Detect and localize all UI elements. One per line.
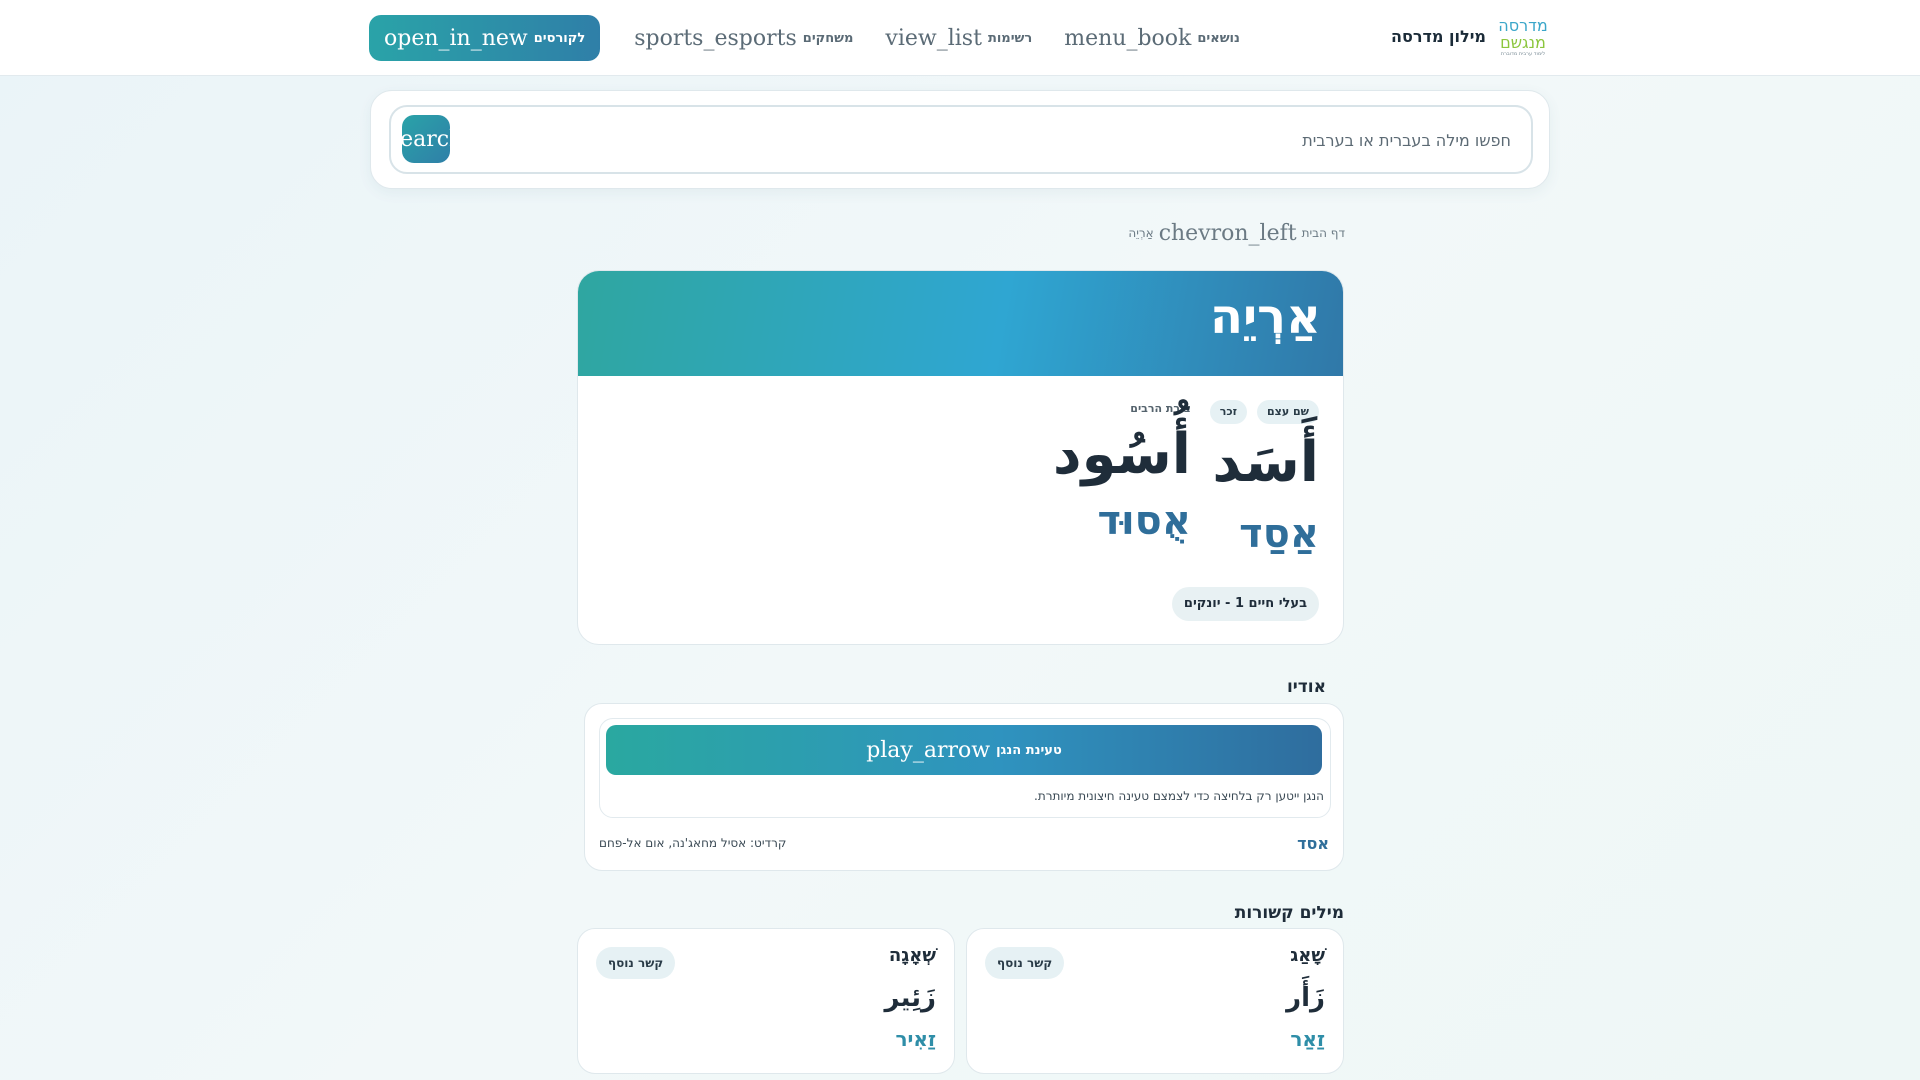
play-arrow-icon: play_arrow — [866, 737, 991, 763]
related-word-transliteration: זַאִיר — [895, 1027, 937, 1051]
related-word-hebrew: שָׁאַג — [1290, 945, 1325, 966]
search-box: search — [389, 105, 1533, 174]
sports-esports-icon: sports_esports — [634, 25, 797, 51]
chevron-left-icon: chevron_left — [1158, 220, 1297, 246]
breadcrumb-home-link[interactable]: דף הבית — [1302, 226, 1345, 240]
nav-topics-label: נושאים — [1197, 30, 1240, 46]
nav-games[interactable]: משחקים sports_esports — [618, 15, 869, 61]
search-input[interactable] — [611, 125, 1511, 155]
nav-courses-label: לקורסים — [533, 30, 586, 46]
audio-credit: קרדיט: אסיל מחאג'נה, אום אל-פחם — [599, 836, 787, 850]
part-of-speech-badge: שם עצם — [1257, 400, 1319, 424]
main-nav: נושאים menu_book רשימות view_list משחקים… — [369, 14, 1256, 62]
view-list-icon: view_list — [885, 25, 982, 51]
gender-badge: זכר — [1209, 400, 1247, 424]
plural-transliteration: אֻסוּד — [1097, 498, 1191, 544]
audio-card: טעינת הנגן play_arrow הנגן ייטען רק בלחי… — [584, 703, 1344, 871]
word-tags: שם עצם זכר — [1209, 400, 1319, 424]
logo[interactable]: מדרסה מנגשם לימוד ערבית מדוברת — [1497, 17, 1549, 58]
nav-courses-button[interactable]: לקורסים open_in_new — [369, 15, 601, 61]
word-title: אַרְיֵה — [1210, 289, 1321, 345]
search-card: search — [370, 90, 1550, 189]
nav-games-label: משחקים — [802, 30, 854, 46]
related-word-transliteration: זַאַר — [1290, 1027, 1325, 1051]
related-section-title: מילים קשורות — [1234, 903, 1344, 923]
breadcrumb-current: אַרְיֵה — [1128, 226, 1154, 240]
audio-word-link[interactable]: אסד — [1297, 834, 1329, 853]
search-icon: search — [402, 126, 450, 152]
logo-tagline: לימוד ערבית מדוברת — [1500, 51, 1546, 57]
singular-arabic: أَسَد — [1212, 430, 1319, 495]
word-header: אַרְיֵה — [578, 271, 1343, 376]
menu-book-icon: menu_book — [1064, 25, 1192, 51]
breadcrumb: דף הבית chevron_left אַרְיֵה — [1100, 218, 1345, 248]
related-word-card[interactable]: שָׁאַג زَأَر זַאַר קשר נוסף — [966, 928, 1344, 1074]
relation-badge: קשר נוסף — [596, 947, 676, 979]
top-navbar: מדרסה מנגשם לימוד ערבית מדוברת מילון מדר… — [0, 0, 1920, 76]
audio-section-title: אודיו — [1286, 677, 1326, 697]
open-in-new-icon: open_in_new — [384, 25, 528, 51]
related-word-card[interactable]: שְׁאָגָה زَئِير זַאִיר קשר נוסף — [577, 928, 955, 1074]
brand-title[interactable]: מילון מדרסה — [1390, 27, 1486, 49]
topic-chip[interactable]: בעלי חיים 1 - יונקים — [1171, 587, 1319, 621]
audio-player: טעינת הנגן play_arrow הנגן ייטען רק בלחי… — [599, 718, 1331, 818]
search-button[interactable]: search — [402, 115, 450, 163]
word-card: אַרְיֵה שם עצם זכר أَسَد אַסַד צורת הרבי… — [577, 270, 1344, 645]
related-word-arabic: زَئِير — [884, 983, 936, 1013]
logo-line-2: מנגשם — [1500, 33, 1546, 52]
nav-topics[interactable]: נושאים menu_book — [1048, 15, 1256, 61]
load-player-label: טעינת הנגן — [996, 742, 1062, 758]
plural-label: צורת הרבים — [1130, 402, 1191, 415]
nav-lists-label: רשימות — [987, 30, 1033, 46]
nav-lists[interactable]: רשימות view_list — [869, 15, 1048, 61]
related-word-hebrew: שְׁאָגָה — [888, 945, 936, 966]
singular-transliteration: אַסַד — [1239, 511, 1319, 557]
plural-arabic: أُسُود — [1052, 422, 1191, 487]
related-word-arabic: زَأَر — [1286, 983, 1325, 1013]
relation-badge: קשר נוסף — [985, 947, 1065, 979]
load-player-button[interactable]: טעינת הנגן play_arrow — [606, 725, 1322, 775]
player-note: הנגן ייטען רק בלחיצה כדי לצמצם טעינה חיצ… — [1034, 789, 1324, 803]
